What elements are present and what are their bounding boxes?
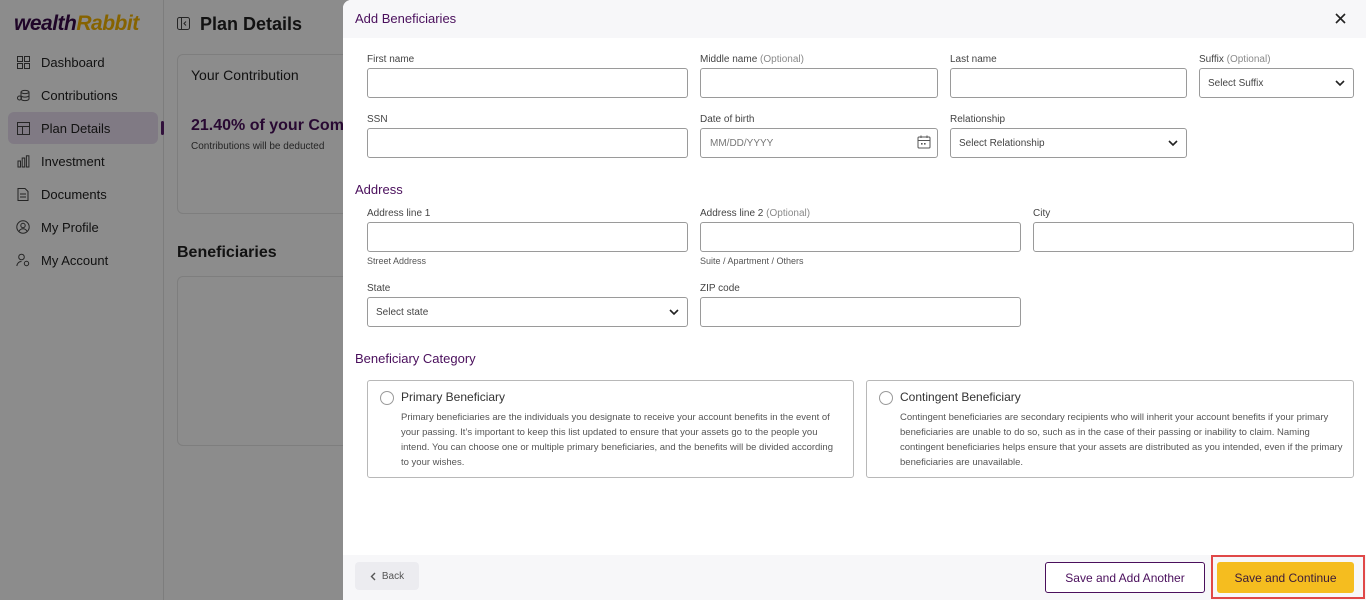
back-button[interactable]: Back: [355, 562, 419, 590]
city-label: City: [1033, 208, 1050, 219]
primary-beneficiary-radio[interactable]: [380, 391, 394, 405]
address-line1-hint: Street Address: [367, 256, 427, 266]
state-select-value: Select state: [376, 306, 429, 318]
first-name-input[interactable]: [367, 68, 688, 98]
back-button-label: Back: [381, 570, 405, 582]
relationship-select-value: Select Relationship: [959, 137, 1045, 149]
ssn-label: SSN: [367, 114, 388, 125]
address-line1-input[interactable]: [367, 222, 688, 252]
zip-label: ZIP code: [700, 283, 740, 294]
save-and-continue-label: Save and Continue: [1234, 570, 1337, 585]
middle-name-label: Middle name (Optional): [700, 54, 804, 65]
ssn-label-text: SSN: [367, 114, 388, 125]
contingent-beneficiary-radio[interactable]: [879, 391, 893, 405]
city-label-text: City: [1033, 208, 1051, 219]
suffix-select-value: Select Suffix: [1208, 77, 1264, 89]
suffix-label: Suffix (Optional): [1199, 54, 1271, 65]
last-name-label-text: Last name: [950, 54, 997, 65]
dob-field: [700, 128, 938, 158]
address-line1-label-text: Address line 1: [367, 208, 431, 219]
optional-tag: (Optional): [760, 54, 804, 65]
first-name-label-text: First name: [367, 54, 415, 65]
calendar-icon[interactable]: [917, 135, 931, 149]
state-select[interactable]: Select state: [367, 297, 688, 327]
contingent-beneficiary-description: Contingent beneficiaries are secondary r…: [900, 412, 1343, 468]
close-button[interactable]: [1332, 10, 1348, 26]
modal-title: Add Beneficiaries: [355, 11, 457, 26]
zip-label-text: ZIP code: [700, 283, 740, 294]
address-line2-label-text: Address line 2: [700, 208, 764, 219]
chevron-down-icon: [1335, 80, 1345, 87]
address-line2-input[interactable]: [700, 222, 1021, 252]
address-heading: Address: [355, 182, 403, 197]
last-name-input[interactable]: [950, 68, 1187, 98]
contingent-beneficiary-option[interactable]: Contingent Beneficiary Contingent benefi…: [866, 380, 1354, 478]
optional-tag: (Optional): [1226, 54, 1271, 65]
state-label-text: State: [367, 283, 391, 294]
relationship-label-text: Relationship: [950, 114, 1006, 125]
dob-input[interactable]: [700, 128, 938, 158]
modal-footer: Back Save and Add Another Save and Conti…: [343, 555, 1366, 600]
chevron-left-icon: [370, 572, 376, 581]
last-name-label: Last name: [950, 54, 997, 65]
save-and-add-another-label: Save and Add Another: [1065, 570, 1185, 585]
middle-name-input[interactable]: [700, 68, 938, 98]
city-input[interactable]: [1033, 222, 1354, 252]
relationship-label: Relationship: [950, 114, 1005, 125]
chevron-down-icon: [669, 309, 679, 316]
middle-name-label-text: Middle name: [700, 54, 758, 65]
address-line2-label: Address line 2 (Optional): [700, 208, 810, 219]
dob-label-text: Date of birth: [700, 114, 755, 125]
save-and-continue-button[interactable]: Save and Continue: [1217, 562, 1354, 593]
save-and-add-another-button[interactable]: Save and Add Another: [1045, 562, 1205, 593]
address-line1-label: Address line 1: [367, 208, 430, 219]
address-line2-hint: Suite / Apartment / Others: [700, 256, 804, 266]
primary-beneficiary-description: Primary beneficiaries are the individual…: [401, 412, 833, 468]
beneficiary-category-heading: Beneficiary Category: [355, 351, 476, 366]
first-name-label: First name: [367, 54, 414, 65]
ssn-input[interactable]: [367, 128, 688, 158]
zip-input[interactable]: [700, 297, 1021, 327]
suffix-label-text: Suffix: [1199, 54, 1224, 65]
state-label: State: [367, 283, 390, 294]
primary-beneficiary-option[interactable]: Primary Beneficiary Primary beneficiarie…: [367, 380, 854, 478]
primary-beneficiary-title: Primary Beneficiary: [401, 390, 506, 404]
chevron-down-icon: [1168, 140, 1178, 147]
relationship-select[interactable]: Select Relationship: [950, 128, 1187, 158]
add-beneficiaries-modal: Add Beneficiaries First name Middle name…: [343, 0, 1366, 600]
contingent-beneficiary-title: Contingent Beneficiary: [900, 390, 1021, 404]
modal-header: Add Beneficiaries: [343, 0, 1366, 38]
optional-tag: (Optional): [766, 208, 811, 219]
suffix-select[interactable]: Select Suffix: [1199, 68, 1354, 98]
dob-label: Date of birth: [700, 114, 754, 125]
close-icon: [1334, 12, 1346, 24]
